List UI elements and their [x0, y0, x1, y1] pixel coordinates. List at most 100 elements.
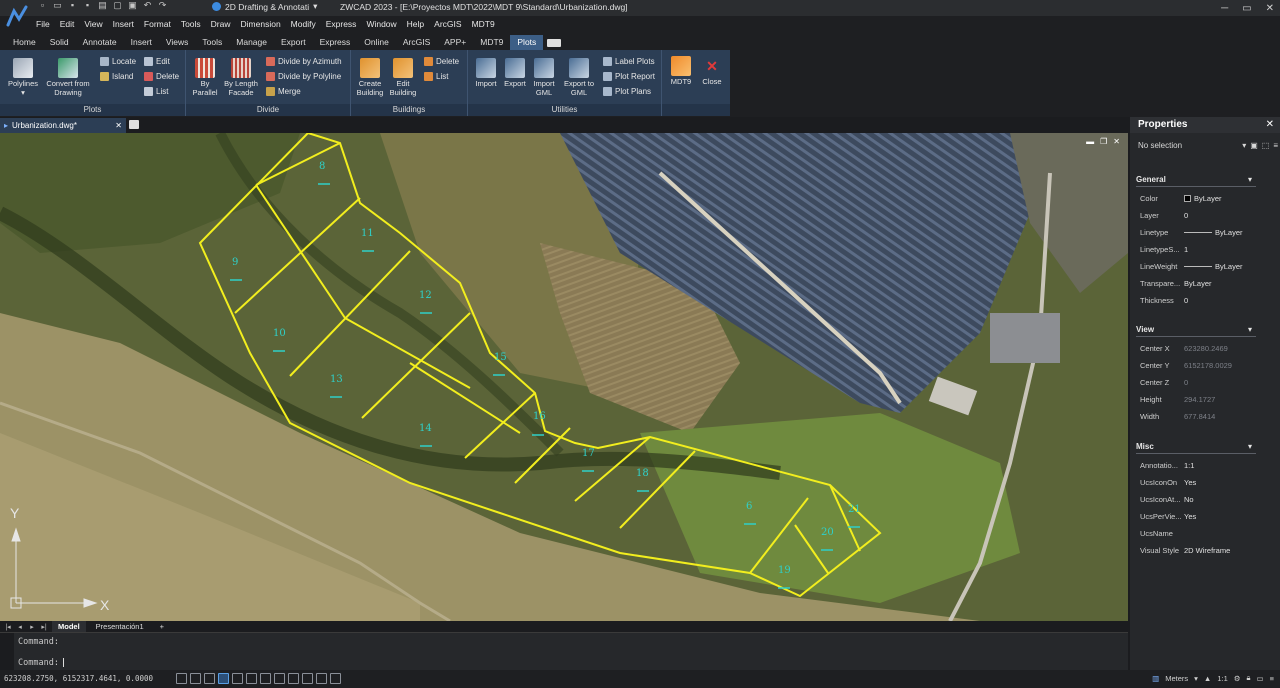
- locate-button[interactable]: Locate: [100, 57, 136, 66]
- annotation-scale[interactable]: 1:1: [1217, 674, 1227, 683]
- tab-model[interactable]: Model: [52, 621, 86, 632]
- plot-label-18[interactable]: 18: [636, 468, 649, 479]
- plot-label-15[interactable]: 15: [494, 352, 507, 363]
- plot-report-button[interactable]: Plot Report: [603, 72, 655, 81]
- viewport-close-icon[interactable]: ✕: [1113, 137, 1120, 146]
- divide-by-polyline-button[interactable]: Divide by Polyline: [266, 72, 341, 81]
- plot-label-8[interactable]: 8: [319, 161, 325, 172]
- quick-select-icon[interactable]: ≡: [1273, 141, 1278, 150]
- snap-toggle-icon[interactable]: [176, 673, 187, 684]
- clean-screen-icon[interactable]: ▭: [1257, 674, 1264, 683]
- save-icon[interactable]: ▪: [68, 1, 77, 10]
- menu-tools[interactable]: Tools: [181, 19, 201, 29]
- divide-by-azimuth-button[interactable]: Divide by Azimuth: [266, 57, 342, 66]
- plot-label-19[interactable]: 19: [778, 565, 791, 576]
- tab-manage[interactable]: Manage: [229, 35, 274, 50]
- tab-views[interactable]: Views: [159, 35, 196, 50]
- model-space-icon[interactable]: [330, 673, 341, 684]
- plot-label-14[interactable]: 14: [419, 423, 432, 434]
- plot-label-20[interactable]: 20: [821, 527, 834, 538]
- next-layout-icon[interactable]: ▸: [28, 623, 36, 631]
- close-tab-icon[interactable]: ✕: [115, 121, 122, 130]
- menu-modify[interactable]: Modify: [291, 19, 316, 29]
- prop-row-ucs-per-viewport[interactable]: UcsPerVie... Yes: [1140, 509, 1258, 523]
- prop-row-ucsicon-on[interactable]: UcsIconOn Yes: [1140, 475, 1258, 489]
- tab-presentacion1[interactable]: Presentación1: [90, 621, 150, 632]
- menu-edit[interactable]: Edit: [60, 19, 75, 29]
- plot-preview-icon[interactable]: ▢: [113, 1, 122, 10]
- workspace-switcher[interactable]: 2D Drafting & Annotati ▾: [212, 1, 317, 12]
- prop-row-linetype-scale[interactable]: LinetypeS... 1: [1140, 242, 1258, 256]
- prev-layout-icon[interactable]: ◂: [16, 623, 24, 631]
- plot-plans-button[interactable]: Plot Plans: [603, 87, 651, 96]
- menu-window[interactable]: Window: [366, 19, 396, 29]
- minimize-button[interactable]: ─: [1221, 3, 1228, 14]
- prop-row-annotation-scale[interactable]: Annotatio... 1:1: [1140, 458, 1258, 472]
- export-to-gml-button[interactable]: Export to GML: [560, 58, 598, 97]
- convert-from-drawing-button[interactable]: Convert from Drawing: [42, 58, 94, 97]
- plot-label-16[interactable]: 16: [533, 411, 546, 422]
- prop-row-thickness[interactable]: Thickness 0: [1140, 293, 1258, 307]
- viewport-restore-icon[interactable]: ❐: [1100, 137, 1107, 146]
- redo-icon[interactable]: ↷: [158, 1, 167, 10]
- menu-arcgis[interactable]: ArcGIS: [434, 19, 461, 29]
- delete-building-button[interactable]: Delete: [424, 57, 459, 66]
- workspace-gear-icon[interactable]: ⚙: [1234, 674, 1241, 683]
- merge-button[interactable]: Merge: [266, 87, 301, 96]
- import-button[interactable]: Import: [472, 58, 500, 89]
- tab-plots[interactable]: Plots: [510, 35, 544, 50]
- list-building-button[interactable]: List: [424, 72, 448, 81]
- prop-row-linetype[interactable]: Linetype ByLayer: [1140, 225, 1258, 239]
- toggle-pickadd-icon[interactable]: ▣: [1250, 141, 1258, 150]
- polylines-button[interactable]: Polylines ▾: [4, 58, 42, 97]
- customize-icon[interactable]: ≡: [1270, 674, 1274, 683]
- tab-home[interactable]: Home: [6, 35, 43, 50]
- prop-row-ucs-name[interactable]: UcsName: [1140, 526, 1258, 540]
- misc-section[interactable]: Misc ▾: [1136, 442, 1256, 454]
- selection-cycling-icon[interactable]: [316, 673, 327, 684]
- list-plot-button[interactable]: List: [144, 87, 168, 96]
- new-file-icon[interactable]: ▫: [38, 1, 47, 10]
- menu-dimension[interactable]: Dimension: [241, 19, 281, 29]
- tab-annotate[interactable]: Annotate: [76, 35, 124, 50]
- units-selector[interactable]: Meters: [1165, 674, 1188, 683]
- tab-arcgis[interactable]: ArcGIS: [396, 35, 437, 50]
- divide-by-length-facade-button[interactable]: By Length Facade: [222, 58, 260, 97]
- tab-online[interactable]: Online: [357, 35, 396, 50]
- menu-mdt9[interactable]: MDT9: [472, 19, 495, 29]
- select-objects-icon[interactable]: ⬚: [1262, 141, 1270, 150]
- print-icon[interactable]: ▤: [98, 1, 107, 10]
- menu-format[interactable]: Format: [144, 19, 171, 29]
- document-tab[interactable]: ▸ Urbanization.dwg* ✕: [0, 118, 126, 133]
- prop-row-layer[interactable]: Layer 0: [1140, 208, 1258, 222]
- plot-label-12[interactable]: 12: [419, 290, 432, 301]
- mdt9-button[interactable]: MDT9: [666, 56, 696, 87]
- command-window-grip[interactable]: [0, 633, 14, 671]
- plot-label-10[interactable]: 10: [273, 328, 286, 339]
- menu-file[interactable]: File: [36, 19, 50, 29]
- plot-label-21[interactable]: 21: [848, 504, 861, 515]
- viewport-minimize-icon[interactable]: ▬: [1086, 137, 1094, 146]
- last-layout-icon[interactable]: ▸|: [40, 623, 48, 631]
- plot-label-11[interactable]: 11: [361, 228, 374, 239]
- menu-insert[interactable]: Insert: [113, 19, 134, 29]
- transparency-toggle-icon[interactable]: [288, 673, 299, 684]
- general-section[interactable]: General ▾: [1136, 175, 1256, 187]
- close-properties-icon[interactable]: ✕: [1266, 119, 1274, 130]
- tab-insert[interactable]: Insert: [124, 35, 159, 50]
- prop-row-color[interactable]: Color ByLayer: [1140, 191, 1258, 205]
- menu-view[interactable]: View: [84, 19, 102, 29]
- label-plots-button[interactable]: Label Plots: [603, 57, 655, 66]
- first-layout-icon[interactable]: |◂: [4, 623, 12, 631]
- island-button[interactable]: Island: [100, 72, 133, 81]
- tab-tools[interactable]: Tools: [195, 35, 229, 50]
- tab-export[interactable]: Export: [274, 35, 313, 50]
- new-tab-icon[interactable]: [129, 120, 139, 129]
- plot-label-9[interactable]: 9: [232, 257, 238, 268]
- selection-dropdown[interactable]: No selection ▾ ▣ ⬚ ≡: [1138, 141, 1278, 150]
- open-file-icon[interactable]: ▭: [53, 1, 62, 10]
- plot-label-6[interactable]: 6: [746, 501, 752, 512]
- quick-props-toggle-icon[interactable]: [302, 673, 313, 684]
- maximize-button[interactable]: ▭: [1242, 3, 1251, 14]
- menu-draw[interactable]: Draw: [211, 19, 231, 29]
